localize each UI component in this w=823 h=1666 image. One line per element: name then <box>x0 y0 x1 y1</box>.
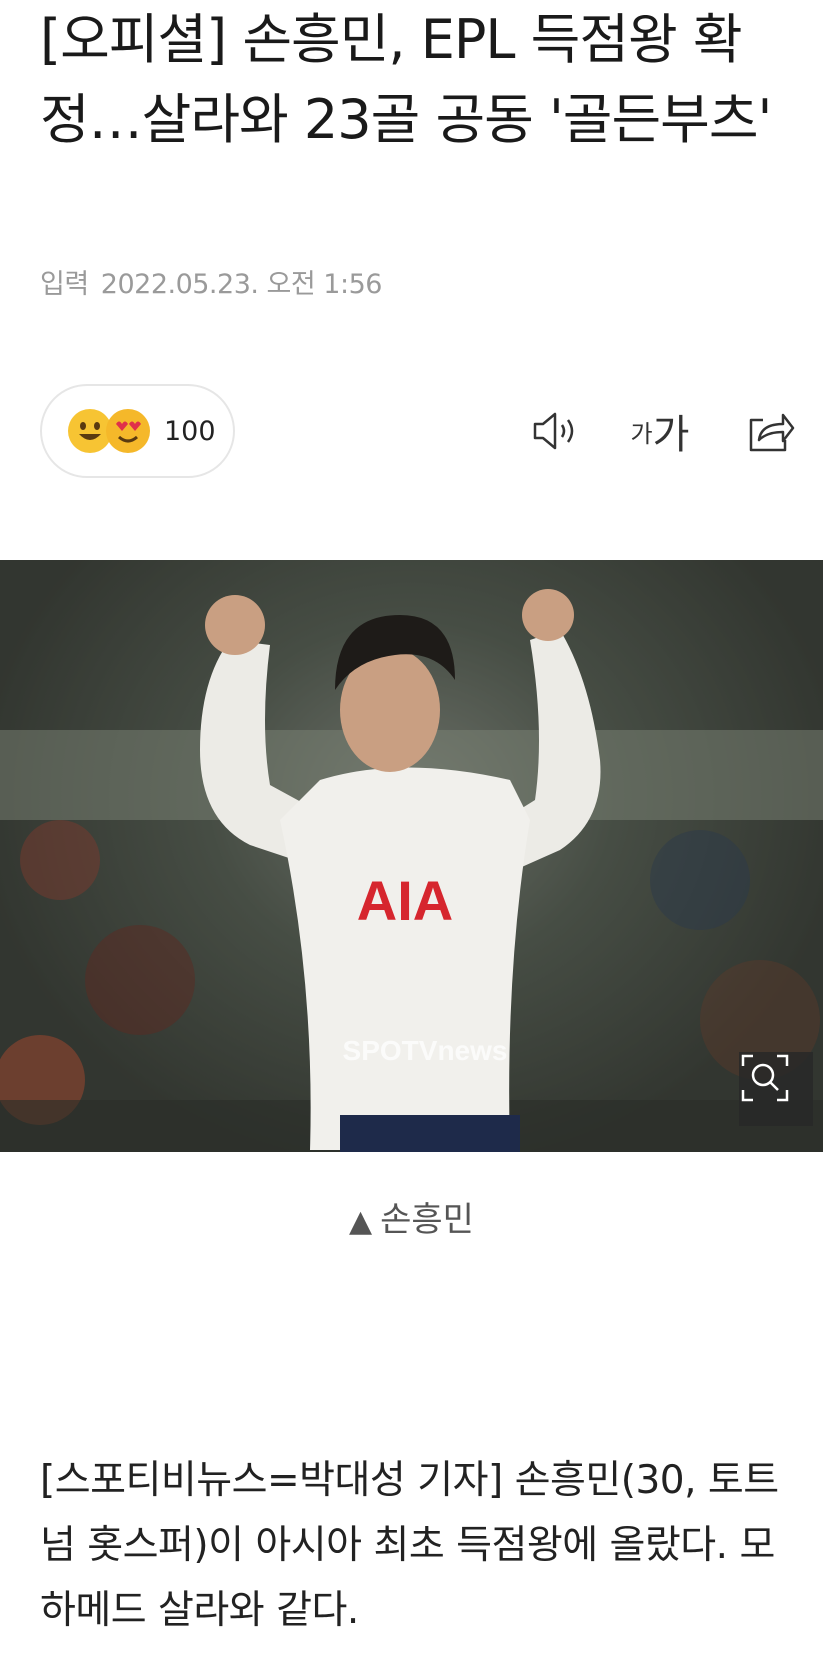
photo-caption-text: 손흥민 <box>380 1200 474 1240</box>
share-icon[interactable] <box>740 404 800 458</box>
reaction-count: 100 <box>164 415 216 447</box>
photo-watermark: SPOTVnews <box>343 1035 508 1066</box>
font-size-large-label: 가 <box>652 412 690 458</box>
photo-caption: ▲ 손흥민 <box>0 1192 823 1241</box>
article-body: [스포티비뉴스=박대성 기자] 손흥민(30, 토트넘 홋스퍼)이 아시아 최초… <box>40 1458 779 1633</box>
article-date: 입력 2022.05.23. 오전 1:56 <box>40 262 382 301</box>
article-headline: [오피셜] 손흥민, EPL 득점왕 확정…살라와 23골 공동 '골든부츠' <box>40 8 772 151</box>
photo-illustration: AIA SPOTVnews <box>0 560 823 1152</box>
triangle-up-icon: ▲ <box>349 1204 373 1239</box>
photo-jersey-text: AIA <box>357 869 453 932</box>
date-value: 2022.05.23. 오전 1:56 <box>100 269 383 300</box>
date-label: 입력 <box>40 269 89 300</box>
font-size-icon[interactable]: 가 가 <box>625 404 695 458</box>
reaction-button[interactable]: 100 <box>40 384 235 478</box>
article-photo[interactable]: AIA SPOTVnews <box>0 560 823 1152</box>
font-size-small-label: 가 <box>630 419 653 448</box>
speaker-icon[interactable] <box>525 404 585 458</box>
zoom-search-icon[interactable] <box>739 1052 813 1126</box>
heart-eyes-face-icon <box>106 409 150 453</box>
article-page: [오피셜] 손흥민, EPL 득점왕 확정…살라와 23골 공동 '골든부츠' … <box>0 0 823 1666</box>
